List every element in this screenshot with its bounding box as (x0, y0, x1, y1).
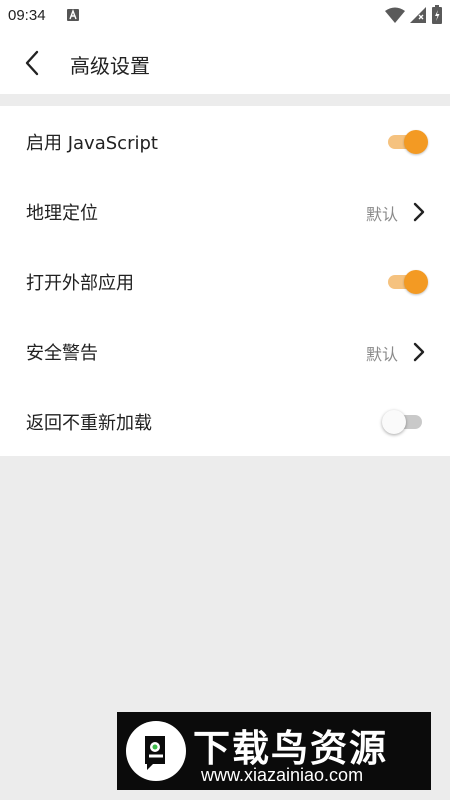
watermark-title: 下载鸟资源 (193, 727, 388, 770)
a-letter-icon (67, 9, 79, 21)
bird-logo-icon (126, 721, 186, 781)
setting-value: 默认 (365, 345, 398, 364)
watermark-url: www.xiazainiao.com (201, 765, 364, 785)
toggle-thumb (382, 410, 406, 434)
toggle-thumb (404, 130, 428, 154)
setting-label: 地理定位 (26, 203, 98, 224)
setting-label: 返回不重新加载 (26, 413, 152, 434)
setting-label: 安全警告 (26, 343, 98, 364)
status-time: 09:34 (8, 7, 46, 24)
chevron-left-icon (25, 50, 39, 76)
chevron-right-icon (413, 342, 425, 362)
no-reload-on-back-toggle[interactable] (382, 407, 422, 435)
setting-label: 打开外部应用 (26, 273, 134, 294)
battery-charging-icon (432, 5, 442, 24)
status-bar: 09:34 (0, 0, 450, 32)
page-title: 高级设置 (70, 54, 150, 78)
section-divider (0, 94, 450, 106)
javascript-toggle[interactable] (388, 127, 428, 155)
setting-label: 启用 JavaScript (26, 133, 158, 154)
watermark-banner: 下载鸟资源 www.xiazainiao.com (117, 712, 431, 790)
setting-row-open-external-apps[interactable]: 打开外部应用 (0, 246, 450, 316)
wifi-icon (385, 7, 405, 23)
setting-row-geolocation[interactable]: 地理定位 默认 (0, 176, 450, 246)
setting-row-no-reload-on-back[interactable]: 返回不重新加载 (0, 386, 450, 456)
app-bar: 高级设置 (0, 32, 450, 94)
open-external-apps-toggle[interactable] (388, 267, 428, 295)
toggle-thumb (404, 270, 428, 294)
chevron-right-icon (413, 202, 425, 222)
signal-icon (410, 7, 426, 23)
back-button[interactable] (14, 45, 50, 81)
setting-value: 默认 (365, 205, 398, 224)
setting-row-security-warning[interactable]: 安全警告 默认 (0, 316, 450, 386)
setting-row-javascript[interactable]: 启用 JavaScript (0, 106, 450, 176)
settings-list: 启用 JavaScript 地理定位 默认 打开外部应用 安全警告 默认 返回不… (0, 106, 450, 456)
